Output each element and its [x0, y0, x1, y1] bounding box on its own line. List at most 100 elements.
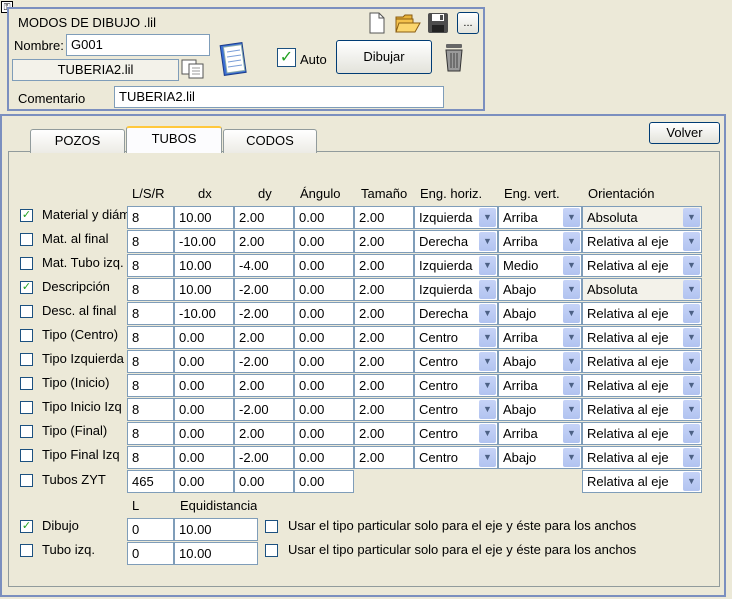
row-checkbox[interactable]: [20, 425, 33, 438]
zyt-dy-input[interactable]: 0.00: [234, 470, 294, 493]
row-eng-vert-select[interactable]: Abajo ▼: [498, 302, 582, 325]
chevron-down-icon[interactable]: ▼: [683, 352, 700, 371]
row-dx-input[interactable]: 0.00: [174, 422, 234, 445]
row-orientacion-select[interactable]: Relativa al eje ▼: [582, 326, 702, 349]
chevron-down-icon[interactable]: ▼: [479, 256, 496, 275]
row-dx-input[interactable]: 10.00: [174, 206, 234, 229]
row-dy-input[interactable]: 2.00: [234, 374, 294, 397]
ellipsis-button[interactable]: ...: [457, 12, 479, 34]
row-eng-vert-select[interactable]: Abajo ▼: [498, 278, 582, 301]
row-eng-horiz-select[interactable]: Centro ▼: [414, 422, 498, 445]
dibujo-usar-checkbox[interactable]: [265, 520, 278, 533]
row-tam-input[interactable]: 2.00: [354, 230, 414, 253]
row-dy-input[interactable]: -2.00: [234, 302, 294, 325]
row-lsr-input[interactable]: 8: [127, 278, 174, 301]
chevron-down-icon[interactable]: ▼: [479, 424, 496, 443]
row-eng-horiz-select[interactable]: Centro ▼: [414, 350, 498, 373]
row-dy-input[interactable]: 2.00: [234, 422, 294, 445]
chevron-down-icon[interactable]: ▼: [563, 400, 580, 419]
chevron-down-icon[interactable]: ▼: [563, 256, 580, 275]
chevron-down-icon[interactable]: ▼: [683, 208, 700, 227]
chevron-down-icon[interactable]: ▼: [479, 376, 496, 395]
chevron-down-icon[interactable]: ▼: [563, 376, 580, 395]
zyt-orientacion-select[interactable]: Relativa al eje ▼: [582, 470, 702, 493]
row-eng-vert-select[interactable]: Arriba ▼: [498, 374, 582, 397]
row-orientacion-select[interactable]: Absoluta ▼: [582, 206, 702, 229]
row-orientacion-select[interactable]: Relativa al eje ▼: [582, 446, 702, 469]
row-orientacion-select[interactable]: Relativa al eje ▼: [582, 254, 702, 277]
chevron-down-icon[interactable]: ▼: [479, 352, 496, 371]
row-checkbox[interactable]: ✓: [20, 209, 33, 222]
row-tam-input[interactable]: 2.00: [354, 278, 414, 301]
row-tam-input[interactable]: 2.00: [354, 350, 414, 373]
row-lsr-input[interactable]: 8: [127, 254, 174, 277]
row-orientacion-select[interactable]: Relativa al eje ▼: [582, 230, 702, 253]
row-dx-input[interactable]: 10.00: [174, 254, 234, 277]
zyt-angulo-input[interactable]: 0.00: [294, 470, 354, 493]
row-dx-input[interactable]: -10.00: [174, 230, 234, 253]
row-tam-input[interactable]: 2.00: [354, 326, 414, 349]
row-eng-vert-select[interactable]: Abajo ▼: [498, 350, 582, 373]
row-checkbox[interactable]: [20, 257, 33, 270]
row-checkbox[interactable]: [20, 305, 33, 318]
row-eng-horiz-select[interactable]: Centro ▼: [414, 446, 498, 469]
chevron-down-icon[interactable]: ▼: [683, 328, 700, 347]
row-eng-vert-select[interactable]: Abajo ▼: [498, 446, 582, 469]
row-ang-input[interactable]: 0.00: [294, 326, 354, 349]
dibujo-checkbox[interactable]: ✓: [20, 520, 33, 533]
row-lsr-input[interactable]: 8: [127, 230, 174, 253]
chevron-down-icon[interactable]: ▼: [683, 448, 700, 467]
chevron-down-icon[interactable]: ▼: [479, 208, 496, 227]
zyt-checkbox[interactable]: [20, 474, 33, 487]
dibujo-equidistancia-input[interactable]: 10.00: [174, 518, 258, 541]
trash-icon[interactable]: [440, 40, 468, 74]
chevron-down-icon[interactable]: ▼: [563, 328, 580, 347]
auto-checkbox[interactable]: ✓: [277, 48, 296, 67]
new-file-icon[interactable]: [367, 12, 387, 34]
row-ang-input[interactable]: 0.00: [294, 278, 354, 301]
row-eng-horiz-select[interactable]: Izquierda ▼: [414, 278, 498, 301]
chevron-down-icon[interactable]: ▼: [683, 400, 700, 419]
copy-icon[interactable]: [180, 58, 208, 80]
chevron-down-icon[interactable]: ▼: [563, 304, 580, 323]
row-dy-input[interactable]: -2.00: [234, 446, 294, 469]
row-ang-input[interactable]: 0.00: [294, 254, 354, 277]
chevron-down-icon[interactable]: ▼: [479, 304, 496, 323]
notepad-icon[interactable]: [218, 38, 250, 78]
row-eng-horiz-select[interactable]: Centro ▼: [414, 398, 498, 421]
row-orientacion-select[interactable]: Relativa al eje ▼: [582, 374, 702, 397]
row-dx-input[interactable]: 10.00: [174, 278, 234, 301]
dibujo-l-input[interactable]: 0: [127, 518, 174, 541]
row-dx-input[interactable]: 0.00: [174, 350, 234, 373]
chevron-down-icon[interactable]: ▼: [683, 232, 700, 251]
row-dy-input[interactable]: -2.00: [234, 398, 294, 421]
row-checkbox[interactable]: [20, 377, 33, 390]
zyt-dx-input[interactable]: 0.00: [174, 470, 234, 493]
row-lsr-input[interactable]: 8: [127, 398, 174, 421]
row-checkbox[interactable]: [20, 449, 33, 462]
row-orientacion-select[interactable]: Absoluta ▼: [582, 278, 702, 301]
chevron-down-icon[interactable]: ▼: [683, 472, 700, 491]
row-dy-input[interactable]: 2.00: [234, 230, 294, 253]
row-checkbox[interactable]: [20, 329, 33, 342]
row-tam-input[interactable]: 2.00: [354, 374, 414, 397]
chevron-down-icon[interactable]: ▼: [683, 376, 700, 395]
row-orientacion-select[interactable]: Relativa al eje ▼: [582, 422, 702, 445]
row-eng-vert-select[interactable]: Arriba ▼: [498, 230, 582, 253]
row-checkbox[interactable]: [20, 233, 33, 246]
tubo-izq-checkbox[interactable]: [20, 544, 33, 557]
row-eng-horiz-select[interactable]: Centro ▼: [414, 326, 498, 349]
row-dy-input[interactable]: -2.00: [234, 350, 294, 373]
tab-codos[interactable]: CODOS: [223, 129, 317, 153]
row-lsr-input[interactable]: 8: [127, 302, 174, 325]
chevron-down-icon[interactable]: ▼: [479, 400, 496, 419]
row-checkbox[interactable]: ✓: [20, 281, 33, 294]
row-checkbox[interactable]: [20, 353, 33, 366]
row-dx-input[interactable]: 0.00: [174, 446, 234, 469]
row-eng-vert-select[interactable]: Arriba ▼: [498, 326, 582, 349]
row-dx-input[interactable]: -10.00: [174, 302, 234, 325]
row-lsr-input[interactable]: 8: [127, 350, 174, 373]
chevron-down-icon[interactable]: ▼: [563, 424, 580, 443]
dibujar-button[interactable]: Dibujar: [336, 40, 432, 74]
row-tam-input[interactable]: 2.00: [354, 254, 414, 277]
